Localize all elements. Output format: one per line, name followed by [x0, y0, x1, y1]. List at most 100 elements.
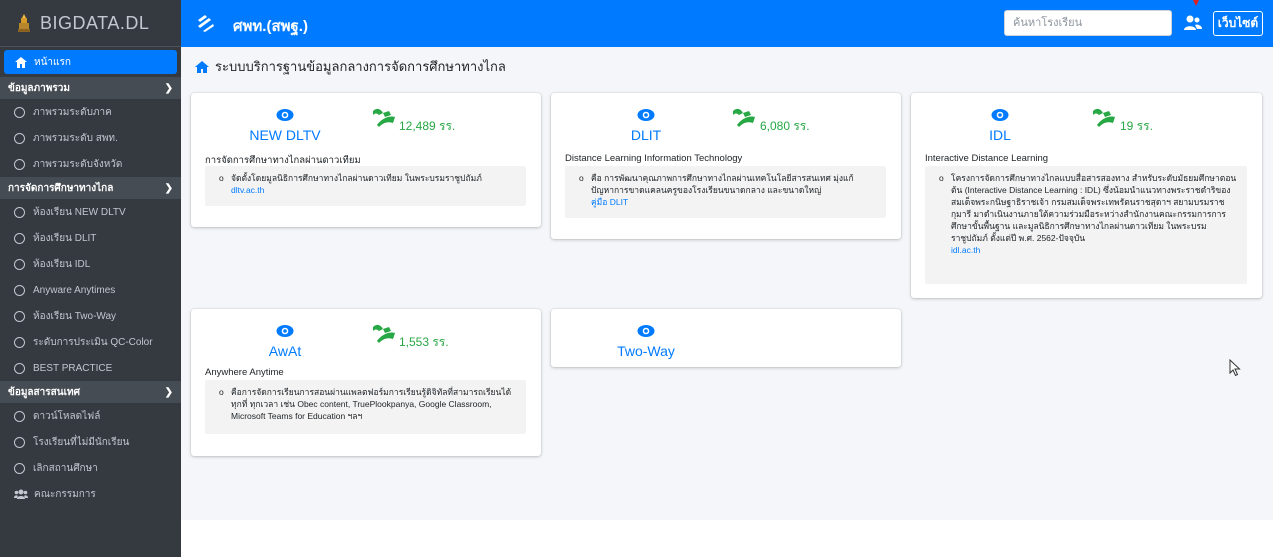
sidebar-item-closed-schools[interactable]: เลิกสถานศึกษา — [0, 455, 181, 481]
sidebar-item-idl[interactable]: ห้องเรียน IDL — [0, 251, 181, 277]
sidebar-item-label: ห้องเรียน NEW DLTV — [33, 206, 126, 218]
card-link[interactable]: คู่มือ DLIT — [591, 197, 628, 207]
menu-toggle-icon[interactable] — [195, 12, 217, 34]
red-arrow-icon — [1193, 0, 1199, 6]
content-footer-area — [181, 520, 1273, 557]
school-count: 1,553 รร. — [399, 335, 449, 349]
circle-icon — [14, 232, 25, 244]
users-icon — [14, 489, 28, 499]
card-title: Two-Way — [617, 343, 675, 359]
school-search-input[interactable] — [1004, 10, 1172, 36]
chevron-down-icon: ❯ — [164, 182, 173, 194]
website-button[interactable]: เว็บไซต์ — [1213, 11, 1263, 36]
school-count: 12,489 รร. — [399, 119, 456, 133]
sidebar-item-download[interactable]: ดาวน์โหลดไฟล์ — [0, 403, 181, 429]
circle-icon — [14, 158, 25, 170]
card-description: o จัดตั้งโดยมูลนิธิการศึกษาทางไกลผ่านดาว… — [205, 166, 526, 206]
card-title: IDL — [989, 127, 1011, 143]
card-subtitle: Anywhere Anytime — [205, 367, 284, 378]
sidebar-item-home[interactable]: หน้าแรก — [4, 50, 177, 74]
sidebar-section-overview[interactable]: ข้อมูลภาพรวม ❯ — [0, 77, 181, 99]
eye-icon — [637, 109, 655, 121]
sidebar-item-committee[interactable]: คณะกรรมการ — [0, 481, 181, 507]
sidebar-item-label: ภาพรวมระดับจังหวัด — [33, 158, 123, 170]
sidebar-item-anyware[interactable]: Anyware Anytimes — [0, 277, 181, 303]
card-two-way[interactable]: Two-Way — [551, 309, 901, 367]
page-title-text: ระบบบริการฐานข้อมูลกลางการจัดการศึกษาทาง… — [215, 59, 506, 74]
home-icon — [195, 60, 209, 73]
description-text: คือ การพัฒนาคุณภาพการศึกษาทางไกลผ่านเทคโ… — [591, 173, 854, 195]
sidebar-section-distance-learning[interactable]: การจัดการศึกษาทางไกล ❯ — [0, 177, 181, 199]
card-title: AwAt — [268, 343, 302, 359]
handshake-icon — [733, 108, 755, 127]
sidebar-item-label: เลิกสถานศึกษา — [33, 462, 98, 474]
card-description: o คือการจัดการเรียนการสอนผ่านแพลตฟอร์มกา… — [205, 380, 526, 434]
eye-icon — [276, 109, 294, 121]
sidebar-item-new-dltv[interactable]: ห้องเรียน NEW DLTV — [0, 199, 181, 225]
circle-icon — [14, 410, 25, 422]
section-title: ข้อมูลสารสนเทศ — [8, 386, 80, 398]
sidebar-item-no-student-schools[interactable]: โรงเรียนที่ไม่มีนักเรียน — [0, 429, 181, 455]
chevron-down-icon: ❯ — [164, 82, 173, 94]
sidebar: หน้าแรก ข้อมูลภาพรวม ❯ ภาพรวมระดับภาค ภา… — [0, 47, 181, 557]
home-icon — [14, 56, 28, 68]
sidebar-item-label: Anyware Anytimes — [33, 284, 116, 296]
card-awat[interactable]: AwAt 1,553 รร. Anywhere Anytime o คือการ… — [191, 309, 541, 456]
card-dlit[interactable]: DLIT 6,080 รร. Distance Learning Informa… — [551, 93, 901, 239]
circle-icon — [14, 106, 25, 118]
sidebar-item-label: ห้องเรียน IDL — [33, 258, 91, 270]
card-new-dltv[interactable]: NEW DLTV 12,489 รร. การจัดการศึกษาทางไกล… — [191, 93, 541, 227]
circle-icon — [14, 206, 25, 218]
sidebar-item-region-overview[interactable]: ภาพรวมระดับภาค — [0, 99, 181, 125]
card-subtitle: Interactive Distance Learning — [925, 153, 1049, 164]
handshake-icon — [373, 108, 395, 127]
sidebar-section-information[interactable]: ข้อมูลสารสนเทศ ❯ — [0, 381, 181, 403]
card-subtitle: Distance Learning Information Technology — [565, 153, 743, 164]
handshake-icon — [373, 324, 395, 343]
circle-icon — [14, 336, 25, 348]
bullet-icon: o — [579, 173, 584, 183]
sidebar-item-province-overview[interactable]: ภาพรวมระดับจังหวัด — [0, 151, 181, 177]
sidebar-item-label: BEST PRACTICE — [33, 362, 113, 374]
chevron-down-icon: ❯ — [164, 386, 173, 398]
card-link[interactable]: dltv.ac.th — [231, 185, 264, 195]
circle-icon — [14, 310, 25, 322]
sidebar-item-best-practice[interactable]: BEST PRACTICE — [0, 355, 181, 381]
sidebar-item-label: ห้องเรียน Two-Way — [33, 310, 117, 322]
card-title: DLIT — [630, 127, 662, 143]
sidebar-item-label: ดาวน์โหลดไฟล์ — [33, 410, 101, 422]
card-description: o คือ การพัฒนาคุณภาพการศึกษาทางไกลผ่านเท… — [565, 166, 886, 218]
sidebar-item-label: ภาพรวมระดับ สพท. — [33, 132, 118, 144]
sidebar-item-label: โรงเรียนที่ไม่มีนักเรียน — [33, 436, 130, 448]
school-count: 19 รร. — [1120, 119, 1153, 133]
handshake-icon — [1093, 108, 1115, 127]
sidebar-item-label: ภาพรวมระดับภาค — [33, 106, 112, 118]
users-icon[interactable] — [1183, 14, 1203, 32]
circle-icon — [14, 462, 25, 474]
description-text: จัดตั้งโดยมูลนิธิการศึกษาทางไกลผ่านดาวเท… — [231, 173, 482, 183]
eye-icon — [637, 325, 655, 337]
circle-icon — [14, 362, 25, 374]
description-text: โครงการจัดการศึกษาทางไกลแบบสื่อสารสองทาง… — [951, 173, 1237, 243]
circle-icon — [14, 132, 25, 144]
eye-icon — [276, 325, 294, 337]
circle-icon — [14, 284, 25, 296]
sidebar-item-qc-color[interactable]: ระดับการประเมิน QC-Color — [0, 329, 181, 355]
sidebar-item-label: ห้องเรียน DLIT — [33, 232, 97, 244]
description-text: คือการจัดการเรียนการสอนผ่านแพลตฟอร์มการเ… — [231, 387, 512, 421]
sidebar-item-dlit[interactable]: ห้องเรียน DLIT — [0, 225, 181, 251]
bullet-icon: o — [219, 387, 224, 397]
brand-link[interactable]: BIGDATA.DL — [0, 0, 181, 47]
bullet-icon: o — [219, 173, 224, 183]
circle-icon — [14, 436, 25, 448]
page-title: ระบบบริการฐานข้อมูลกลางการจัดการศึกษาทาง… — [195, 56, 506, 77]
card-link[interactable]: idl.ac.th — [951, 245, 980, 255]
org-title: ศพท.(สพฐ.) — [233, 18, 308, 35]
brand-text: BIGDATA.DL — [40, 12, 150, 33]
card-idl[interactable]: IDL 19 รร. Interactive Distance Learning… — [911, 93, 1262, 298]
sidebar-item-esa-overview[interactable]: ภาพรวมระดับ สพท. — [0, 125, 181, 151]
card-description: o โครงการจัดการศึกษาทางไกลแบบสื่อสารสองท… — [925, 166, 1247, 284]
sidebar-item-two-way[interactable]: ห้องเรียน Two-Way — [0, 303, 181, 329]
section-title: ข้อมูลภาพรวม — [8, 82, 70, 94]
sidebar-item-label: หน้าแรก — [34, 56, 71, 68]
